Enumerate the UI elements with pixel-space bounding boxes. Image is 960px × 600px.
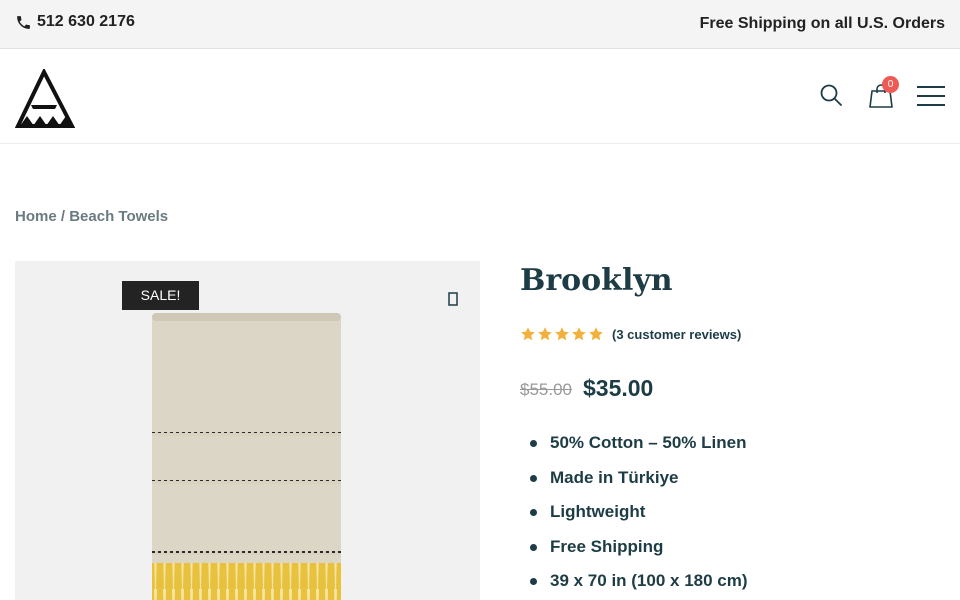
star-icon <box>538 327 552 341</box>
star-rating <box>520 326 604 342</box>
phone-icon <box>17 15 30 29</box>
breadcrumb-beach-towels[interactable]: Beach Towels <box>69 208 168 225</box>
feature-list: 50% Cotton – 50% Linen Made in Türkiye Lig… <box>530 432 748 600</box>
breadcrumb-separator: / <box>56 208 70 225</box>
cart-count-badge: 0 <box>882 76 899 93</box>
product-rating: (3 customer reviews) <box>520 326 741 342</box>
sale-price: $35.00 <box>583 375 654 401</box>
feature-item: 39 x 70 in (100 x 180 cm) <box>530 570 748 600</box>
brand-logo[interactable] <box>15 69 75 129</box>
feature-item: Made in Türkiye <box>530 467 748 502</box>
star-icon <box>589 327 603 341</box>
star-icon <box>555 327 569 341</box>
phone-number: 512 630 2176 <box>37 13 135 30</box>
breadcrumb-home[interactable]: Home <box>15 208 57 225</box>
sale-badge: SALE! <box>122 281 199 310</box>
product-title: Brooklyn <box>520 263 673 298</box>
zoom-icon[interactable] <box>446 290 460 308</box>
feature-item: Lightweight <box>530 501 748 536</box>
top-bar: 512 630 2176 Free Shipping on all U.S. O… <box>0 0 960 49</box>
feature-item: Free Shipping <box>530 536 748 571</box>
feature-item: 50% Cotton – 50% Linen <box>530 432 748 467</box>
phone-contact[interactable]: 512 630 2176 <box>15 13 135 31</box>
reviews-link[interactable]: (3 customer reviews) <box>612 327 741 342</box>
product-image[interactable] <box>15 261 480 600</box>
site-header: 0 <box>0 49 960 144</box>
breadcrumb: Home / Beach Towels <box>15 208 168 225</box>
shipping-notice: Free Shipping on all U.S. Orders <box>699 15 945 32</box>
star-icon <box>521 327 535 341</box>
menu-icon[interactable] <box>916 85 946 107</box>
star-icon <box>572 327 586 341</box>
original-price: $55.00 <box>520 380 572 399</box>
towel-image <box>152 313 341 600</box>
search-icon[interactable] <box>819 83 843 107</box>
